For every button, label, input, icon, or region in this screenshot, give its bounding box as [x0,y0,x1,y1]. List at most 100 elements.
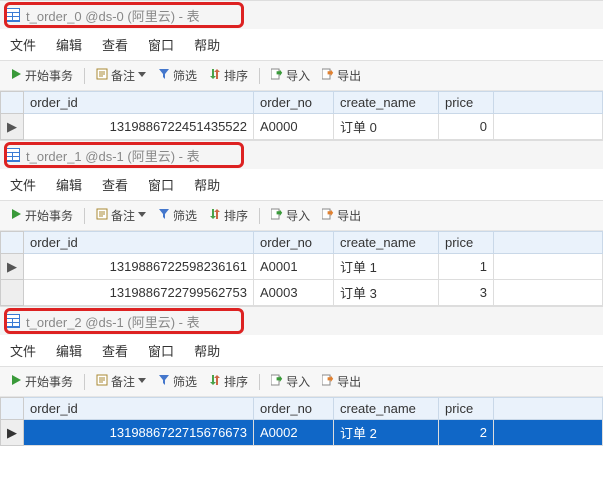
col-order-id[interactable]: order_id [24,92,254,114]
import-button[interactable]: 导入 [267,371,314,392]
row-header-corner [1,398,24,420]
import-icon [271,374,283,389]
table-panel: t_order_0 @ds-0 (阿里云) - 表 文件 编辑 查看 窗口 帮助… [0,0,603,140]
col-filler [494,232,603,254]
toolbar: 开始事务 备注 筛选 排序 导入 导出 [0,201,603,231]
cell-filler [494,114,603,140]
col-order-id[interactable]: order_id [24,398,254,420]
filter-icon [158,208,170,223]
export-button[interactable]: 导出 [318,205,365,226]
table-row[interactable]: 1319886722799562753 A0003 订单 3 3 [1,280,603,306]
title-bar: t_order_0 @ds-0 (阿里云) - 表 [0,1,603,29]
col-price[interactable]: price [439,92,494,114]
cell-price[interactable]: 1 [439,254,494,280]
export-button[interactable]: 导出 [318,65,365,86]
menu-bar: 文件 编辑 查看 窗口 帮助 [0,169,603,201]
menu-edit[interactable]: 编辑 [56,35,82,54]
note-icon [96,374,108,389]
menu-edit[interactable]: 编辑 [56,341,82,360]
col-order-no[interactable]: order_no [254,398,334,420]
cell-order-no[interactable]: A0003 [254,280,334,306]
cell-create-name[interactable]: 订单 3 [334,280,439,306]
table-icon [6,148,20,162]
menu-view[interactable]: 查看 [102,341,128,360]
begin-transaction-button[interactable]: 开始事务 [6,65,77,86]
table-icon [6,8,20,22]
sort-icon [209,208,221,223]
cell-order-id[interactable]: 1319886722598236161 [24,254,254,280]
cell-order-id[interactable]: 1319886722799562753 [24,280,254,306]
export-icon [322,374,334,389]
cell-order-no[interactable]: A0000 [254,114,334,140]
filter-button[interactable]: 筛选 [154,205,201,226]
cell-filler [494,254,603,280]
row-header-corner [1,232,24,254]
col-create-name[interactable]: create_name [334,232,439,254]
menu-help[interactable]: 帮助 [194,341,220,360]
cell-order-no[interactable]: A0002 [254,420,334,446]
cell-order-no[interactable]: A0001 [254,254,334,280]
cell-filler [494,280,603,306]
data-grid[interactable]: order_id order_no create_name price ▶ 13… [0,397,603,446]
filter-button[interactable]: 筛选 [154,371,201,392]
table-panel: t_order_2 @ds-1 (阿里云) - 表 文件 编辑 查看 窗口 帮助… [0,306,603,446]
sort-button[interactable]: 排序 [205,205,252,226]
export-button[interactable]: 导出 [318,371,365,392]
cell-price[interactable]: 2 [439,420,494,446]
col-order-no[interactable]: order_no [254,92,334,114]
menu-help[interactable]: 帮助 [194,35,220,54]
menu-view[interactable]: 查看 [102,175,128,194]
row-marker: ▶ [1,114,24,140]
menu-window[interactable]: 窗口 [148,175,174,194]
filter-icon [158,68,170,83]
export-icon [322,68,334,83]
menu-file[interactable]: 文件 [10,35,36,54]
col-filler [494,92,603,114]
toolbar: 开始事务 备注 筛选 排序 导入 导出 [0,367,603,397]
import-button[interactable]: 导入 [267,205,314,226]
menu-view[interactable]: 查看 [102,35,128,54]
cell-price[interactable]: 0 [439,114,494,140]
sort-button[interactable]: 排序 [205,371,252,392]
data-grid[interactable]: order_id order_no create_name price ▶ 13… [0,231,603,306]
col-create-name[interactable]: create_name [334,398,439,420]
menu-window[interactable]: 窗口 [148,35,174,54]
col-order-id[interactable]: order_id [24,232,254,254]
play-icon [10,208,22,223]
sort-button[interactable]: 排序 [205,65,252,86]
cell-order-id[interactable]: 1319886722451435522 [24,114,254,140]
cell-price[interactable]: 3 [439,280,494,306]
filter-button[interactable]: 筛选 [154,65,201,86]
menu-file[interactable]: 文件 [10,175,36,194]
import-button[interactable]: 导入 [267,65,314,86]
data-grid[interactable]: order_id order_no create_name price ▶ 13… [0,91,603,140]
col-price[interactable]: price [439,232,494,254]
col-price[interactable]: price [439,398,494,420]
row-marker: ▶ [1,254,24,280]
menu-window[interactable]: 窗口 [148,341,174,360]
col-create-name[interactable]: create_name [334,92,439,114]
table-row[interactable]: ▶ 1319886722598236161 A0001 订单 1 1 [1,254,603,280]
begin-transaction-button[interactable]: 开始事务 [6,205,77,226]
menu-help[interactable]: 帮助 [194,175,220,194]
col-order-no[interactable]: order_no [254,232,334,254]
table-row[interactable]: ▶ 1319886722451435522 A0000 订单 0 0 [1,114,603,140]
table-row[interactable]: ▶ 1319886722715676673 A0002 订单 2 2 [1,420,603,446]
memo-button[interactable]: 备注 [92,371,150,392]
menu-file[interactable]: 文件 [10,341,36,360]
toolbar: 开始事务 备注 筛选 排序 导入 导出 [0,61,603,91]
memo-button[interactable]: 备注 [92,205,150,226]
window-title: t_order_0 @ds-0 (阿里云) - 表 [26,6,200,25]
play-icon [10,374,22,389]
row-marker: ▶ [1,420,24,446]
sort-icon [209,68,221,83]
dropdown-icon [138,68,146,83]
cell-create-name[interactable]: 订单 2 [334,420,439,446]
menu-edit[interactable]: 编辑 [56,175,82,194]
begin-transaction-button[interactable]: 开始事务 [6,371,77,392]
cell-create-name[interactable]: 订单 0 [334,114,439,140]
memo-button[interactable]: 备注 [92,65,150,86]
cell-order-id[interactable]: 1319886722715676673 [24,420,254,446]
title-bar: t_order_1 @ds-1 (阿里云) - 表 [0,141,603,169]
cell-create-name[interactable]: 订单 1 [334,254,439,280]
